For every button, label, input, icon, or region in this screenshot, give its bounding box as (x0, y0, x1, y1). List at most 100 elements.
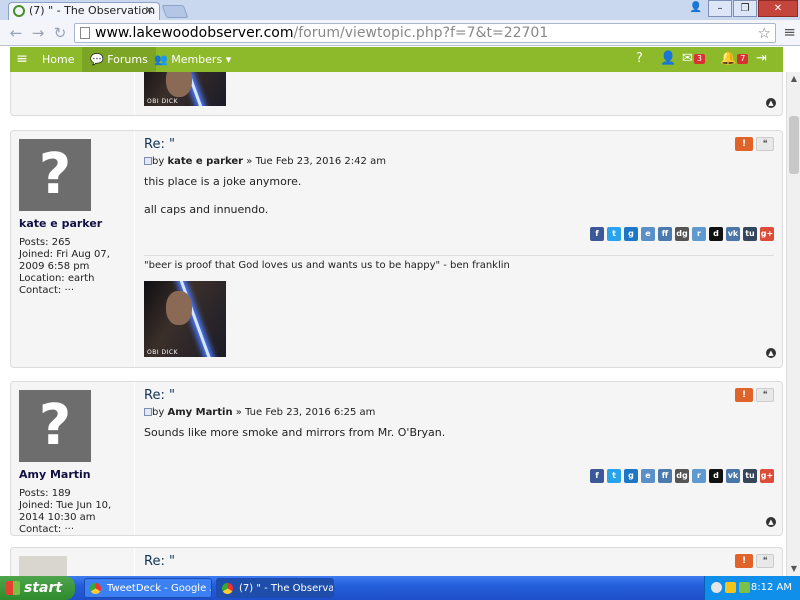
quote-button[interactable]: ❝ (756, 137, 774, 151)
post-title[interactable]: Re: " (144, 137, 175, 152)
back-to-top-icon[interactable]: ▲ (766, 348, 776, 358)
scroll-down-arrow-icon[interactable]: ▼ (787, 562, 800, 576)
post-date: » Tue Feb 23, 2016 6:25 am (235, 407, 376, 418)
start-label: start (24, 580, 63, 596)
clock-time[interactable]: 8:12 AM (751, 582, 792, 593)
tumblr-icon[interactable]: tu (743, 469, 757, 483)
vk-icon[interactable]: vk (726, 227, 740, 241)
default-avatar-icon[interactable]: ? (19, 139, 91, 211)
posts-count[interactable]: 265 (52, 237, 71, 248)
nav-members[interactable]: 👥 Members ▾ (146, 47, 239, 72)
post-author-line: by kate e parker » Tue Feb 23, 2016 2:42… (144, 156, 386, 167)
post-link-icon[interactable] (144, 157, 152, 165)
post-paragraph: all caps and innuendo. (144, 203, 269, 216)
browser-menu-icon[interactable]: ≡ (783, 23, 796, 41)
tab-close-icon[interactable]: ✕ (145, 3, 154, 19)
post-link-icon[interactable] (144, 408, 152, 416)
delicious-icon[interactable]: d (709, 469, 723, 483)
contact-dropdown[interactable]: ··· (64, 285, 74, 296)
minimize-button[interactable]: – (708, 0, 732, 17)
browser-tab-active[interactable]: (7) " - The Observation Deck ✕ (8, 2, 160, 20)
back-to-top-icon[interactable]: ▲ (766, 98, 776, 108)
report-button[interactable]: ! (735, 388, 753, 402)
post-title[interactable]: Re: " (144, 554, 175, 569)
google-plus-icon[interactable]: g+ (760, 469, 774, 483)
browser-titlebar: (7) " - The Observation Deck ✕ 👤 – ❐ ✕ (0, 0, 800, 20)
delicious-icon[interactable]: d (709, 227, 723, 241)
logout-icon[interactable]: ⇥ (756, 51, 767, 67)
vk-icon[interactable]: vk (726, 469, 740, 483)
taskbar-observation-deck[interactable]: (7) " - The Observati... (216, 578, 334, 598)
bookmark-star-icon[interactable]: ☆ (758, 24, 771, 42)
share-buttons: f t g e ff dg r d vk tu g+ (590, 227, 774, 241)
back-to-top-icon[interactable]: ▲ (766, 517, 776, 527)
facebook-icon[interactable]: f (590, 227, 604, 241)
taskbar-tweetdeck[interactable]: TweetDeck - Google ... (84, 578, 212, 598)
friendfeed-icon[interactable]: ff (658, 469, 672, 483)
new-tab-button[interactable] (161, 5, 189, 18)
twitter-icon[interactable]: t (607, 227, 621, 241)
notifications-icon[interactable]: 🔔 7 (720, 51, 749, 67)
topic-content: OBI DICK ▲ ? kate e parker Posts: 265 Jo… (0, 72, 786, 576)
digg-icon[interactable]: dg (675, 469, 689, 483)
email-icon[interactable]: e (641, 227, 655, 241)
scrollbar-thumb[interactable] (789, 116, 799, 174)
report-button[interactable]: ! (735, 554, 753, 568)
post-author-link[interactable]: kate e parker (167, 156, 243, 167)
restore-button[interactable]: ❐ (733, 0, 757, 17)
back-arrow-icon[interactable]: ← (6, 23, 26, 43)
twitter-icon[interactable]: t (607, 469, 621, 483)
help-icon[interactable]: ? (636, 51, 643, 67)
email-icon[interactable]: e (641, 469, 655, 483)
post-author-link[interactable]: Amy Martin (167, 407, 232, 418)
report-button[interactable]: ! (735, 137, 753, 151)
google-icon[interactable]: g (624, 227, 638, 241)
profile-username[interactable]: Amy Martin (19, 468, 91, 481)
post-actions: ! ❝ (735, 388, 774, 402)
reddit-icon[interactable]: r (692, 469, 706, 483)
url-host: www.lakewoodobserver.com (95, 25, 294, 41)
contact-dropdown[interactable]: ··· (64, 524, 74, 535)
volume-icon[interactable] (739, 582, 750, 593)
notifications-badge: 7 (737, 53, 749, 64)
google-plus-icon[interactable]: g+ (760, 227, 774, 241)
profile-username[interactable]: kate e parker (19, 217, 102, 230)
nav-home[interactable]: Home (34, 47, 82, 72)
site-favicon-icon (13, 5, 25, 17)
quote-button[interactable]: ❝ (756, 554, 774, 568)
facebook-icon[interactable]: f (590, 469, 604, 483)
user-photo-avatar[interactable] (19, 556, 67, 576)
post-body: Re: " by kate e parker » Tue Feb 23, 201… (144, 131, 782, 369)
hamburger-menu-icon[interactable]: ≡ (10, 47, 34, 72)
quote-button[interactable]: ❝ (756, 388, 774, 402)
tab-title: (7) " - The Observation Deck (29, 4, 159, 17)
chevron-down-icon: ▾ (225, 53, 232, 66)
nav-forums[interactable]: 💬 Forums (82, 47, 156, 72)
joined-label: Joined: (19, 500, 54, 511)
security-icon[interactable] (725, 582, 736, 593)
address-bar[interactable]: www.lakewoodobserver.com/forum/viewtopic… (74, 23, 776, 43)
tumblr-icon[interactable]: tu (743, 227, 757, 241)
network-icon[interactable] (711, 582, 722, 593)
friendfeed-icon[interactable]: ff (658, 227, 672, 241)
messages-icon[interactable]: ✉ 3 (682, 51, 705, 67)
user-profile-icon[interactable]: 👤 (685, 0, 707, 17)
digg-icon[interactable]: dg (675, 227, 689, 241)
user-icon[interactable]: 👤 (660, 51, 676, 67)
post-previous: OBI DICK ▲ (10, 72, 783, 116)
page-scrollbar[interactable]: ▲ ▼ (786, 72, 800, 576)
post-profile: ? kate e parker Posts: 265 Joined: Fri A… (11, 131, 135, 367)
google-icon[interactable]: g (624, 469, 638, 483)
nav-forums-label: Forums (107, 53, 148, 66)
default-avatar-icon[interactable]: ? (19, 390, 91, 462)
forward-arrow-icon[interactable]: → (28, 23, 48, 43)
taskbar-task-label: TweetDeck - Google ... (107, 583, 212, 594)
close-window-button[interactable]: ✕ (758, 0, 798, 17)
post-title[interactable]: Re: " (144, 388, 175, 403)
start-button[interactable]: start (0, 576, 75, 600)
reddit-icon[interactable]: r (692, 227, 706, 241)
post-text: Sounds like more smoke and mirrors from … (144, 426, 445, 454)
scroll-up-arrow-icon[interactable]: ▲ (787, 72, 800, 86)
posts-count[interactable]: 189 (52, 488, 71, 499)
reload-icon[interactable]: ↻ (50, 23, 70, 43)
